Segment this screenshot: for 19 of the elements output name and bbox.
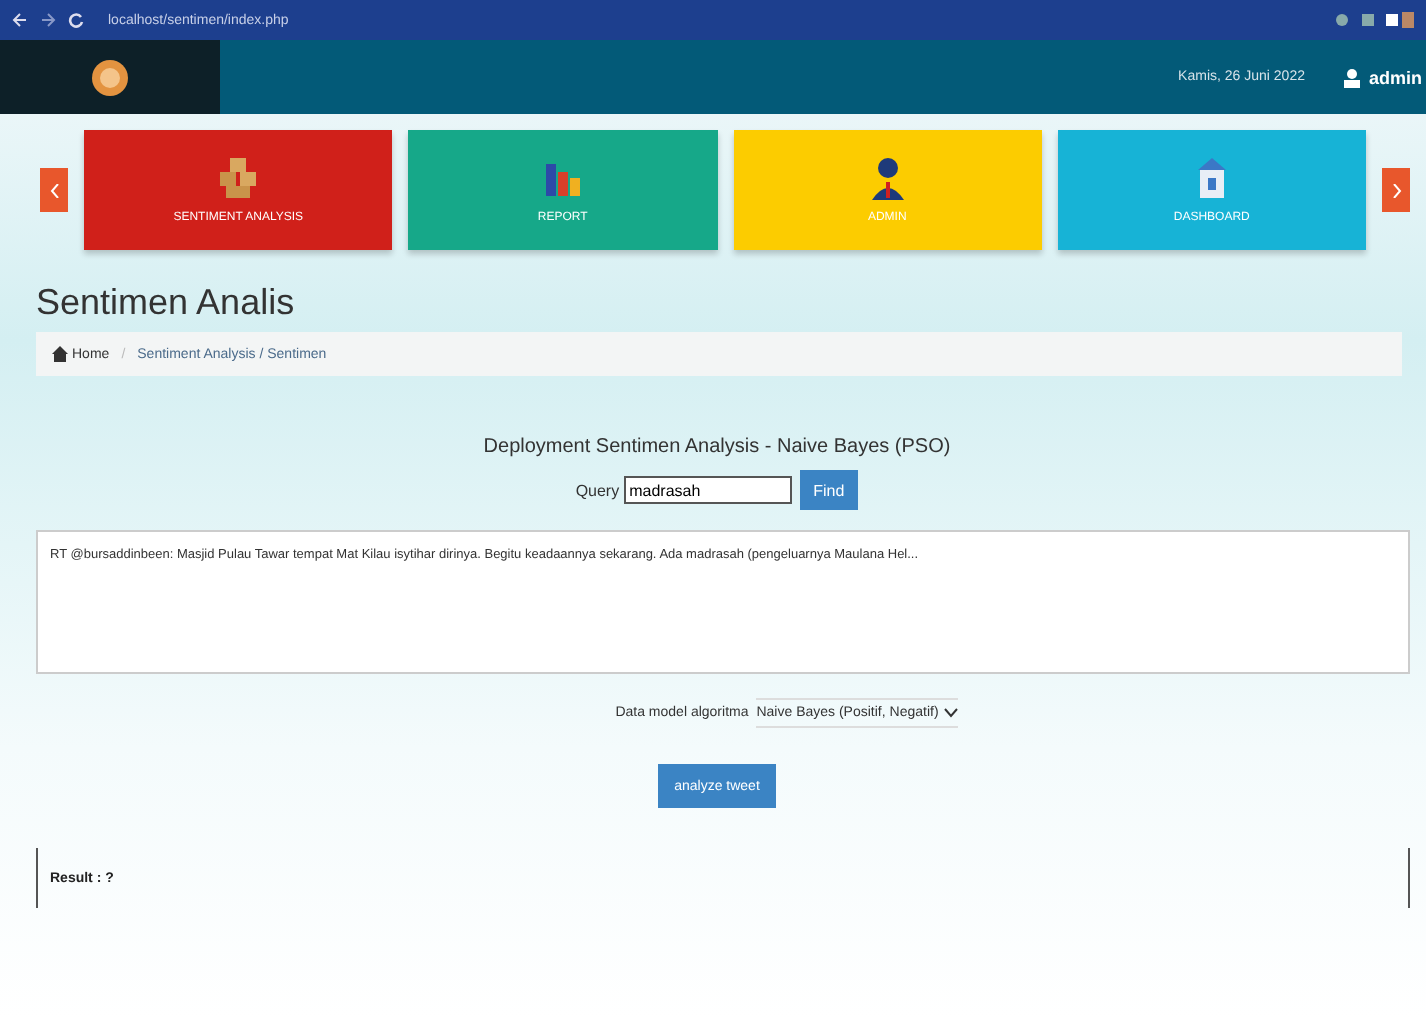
- boxes-icon: [216, 156, 261, 200]
- caret-icon: [944, 708, 959, 718]
- browser-extension-icons[interactable]: [1334, 10, 1414, 30]
- page-title: Sentimen Analis: [36, 282, 297, 324]
- query-label: Query: [575, 481, 620, 499]
- find-button[interactable]: Find: [799, 470, 859, 510]
- user-menu[interactable]: admin: [1344, 67, 1422, 87]
- home-icon: [52, 346, 68, 362]
- query-field[interactable]: madrasah: [623, 476, 792, 504]
- form-heading: Deployment Sentimen Analysis - Naive Bayes (PSO): [481, 436, 953, 458]
- reload-icon[interactable]: [68, 12, 84, 28]
- chevron-right-icon: [1391, 183, 1401, 197]
- back-icon[interactable]: [12, 12, 28, 28]
- user-icon: [1344, 67, 1361, 87]
- previous-button[interactable]: [40, 168, 68, 212]
- chevron-left-icon: [49, 183, 59, 197]
- forward-icon[interactable]: [40, 12, 56, 28]
- logo-icon[interactable]: [92, 59, 128, 95]
- next-button[interactable]: [1382, 168, 1410, 212]
